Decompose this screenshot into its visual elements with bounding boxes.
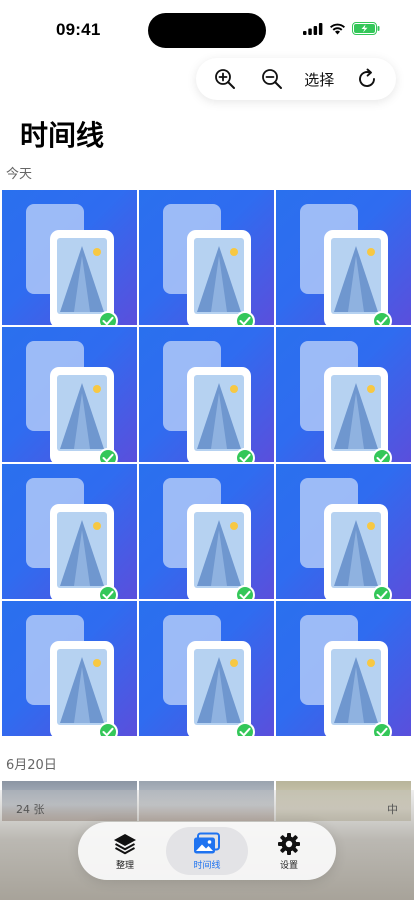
photo-thumbnail[interactable] [139,464,274,599]
cellular-signal-icon [303,22,323,35]
tab-organize[interactable]: 整理 [84,827,166,875]
photo-thumbnail[interactable] [2,601,137,736]
page-title: 时间线 [20,119,105,152]
photo-thumbnail[interactable] [276,190,411,325]
tab-settings[interactable]: 设置 [248,827,330,875]
wifi-icon [330,23,345,35]
photo-thumbnail[interactable] [2,327,137,462]
zoom-out-icon [261,69,282,89]
gear-icon [278,832,300,855]
dynamic-island [148,13,266,48]
photo-thumbnail[interactable] [139,327,274,462]
photo-grid-today [2,190,412,736]
refresh-button[interactable] [349,61,385,97]
status-bar: 09:41 [0,0,414,60]
select-button[interactable]: 选择 [300,69,338,90]
layers-icon [114,833,136,854]
battery-charging-icon [352,22,380,35]
status-icons [303,22,380,35]
photo-thumbnail[interactable] [276,464,411,599]
section-header-june-20: 6月20日 [6,758,57,773]
tab-timeline[interactable]: 时间线 [166,827,248,875]
status-time: 09:41 [56,20,101,39]
zoom-in-button[interactable] [207,61,243,97]
photo-count-label: 24 张 [16,803,45,816]
photo-thumbnail[interactable] [139,190,274,325]
photo-thumbnail[interactable] [139,601,274,736]
photo-thumbnail[interactable] [2,190,137,325]
thumbnail-size-label[interactable]: 中 [387,801,398,817]
photo-thumbnail[interactable] [276,601,411,736]
toolbar: 选择 [196,58,396,100]
refresh-icon [358,68,375,87]
tab-label: 整理 [115,860,134,871]
photo-thumbnail[interactable] [276,327,411,462]
zoom-in-icon [215,69,236,89]
tab-label: 设置 [279,860,298,871]
tab-bar: 整理 时间线 设置 [78,822,336,880]
photos-icon [194,832,220,853]
photo-thumbnail[interactable] [2,464,137,599]
zoom-out-button[interactable] [254,61,290,97]
section-header-today: 今天 [6,167,33,182]
tab-label: 时间线 [193,860,221,871]
